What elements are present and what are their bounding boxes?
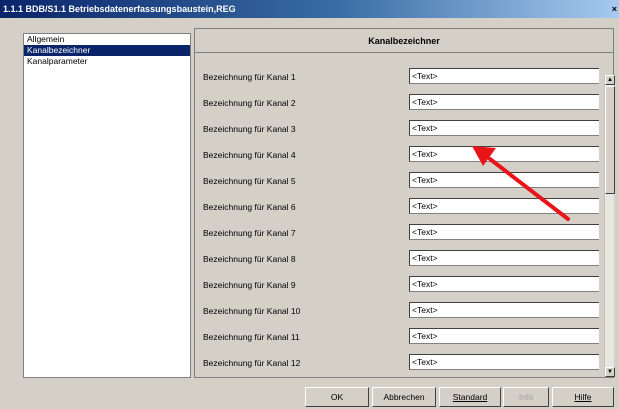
help-button[interactable]: Hilfe (552, 387, 614, 407)
channel-label: Bezeichnung für Kanal 6 (203, 202, 296, 212)
ok-button[interactable]: OK (305, 387, 369, 407)
panel-title: Kanalbezeichner (195, 29, 613, 53)
channel-name-input[interactable]: <Text> (409, 172, 599, 188)
table-row: Bezeichnung für Kanal 5 <Text> (195, 167, 599, 193)
scrollbar-thumb[interactable] (605, 86, 615, 194)
channel-name-input[interactable]: <Text> (409, 146, 599, 162)
scroll-down-icon[interactable]: ▼ (605, 367, 615, 377)
channel-rows: Bezeichnung für Kanal 1 <Text> Bezeichnu… (195, 63, 599, 377)
window-titlebar[interactable]: 1.1.1 BDB/S1.1 Betriebsdatenerfassungsba… (0, 0, 619, 18)
channel-name-input[interactable]: <Text> (409, 198, 599, 214)
channel-label: Bezeichnung für Kanal 11 (203, 332, 300, 342)
channel-label: Bezeichnung für Kanal 5 (203, 176, 296, 186)
channel-label: Bezeichnung für Kanal 10 (203, 306, 301, 316)
cancel-button[interactable]: Abbrechen (372, 387, 436, 407)
channel-name-input[interactable]: <Text> (409, 302, 599, 318)
channel-label: Bezeichnung für Kanal 12 (203, 358, 301, 368)
table-row: Bezeichnung für Kanal 2 <Text> (195, 89, 599, 115)
channel-name-input[interactable]: <Text> (409, 354, 599, 370)
tree-item-kanalparameter[interactable]: Kanalparameter (24, 56, 190, 67)
table-row: Bezeichnung für Kanal 9 <Text> (195, 271, 599, 297)
channel-label: Bezeichnung für Kanal 7 (203, 228, 296, 238)
vertical-scrollbar[interactable]: ▲ ▼ (604, 75, 615, 377)
channel-name-input[interactable]: <Text> (409, 276, 599, 292)
channel-name-input[interactable]: <Text> (409, 250, 599, 266)
scroll-up-icon[interactable]: ▲ (605, 75, 615, 85)
channel-label: Bezeichnung für Kanal 8 (203, 254, 296, 264)
table-row: Bezeichnung für Kanal 10 <Text> (195, 297, 599, 323)
table-row: Bezeichnung für Kanal 6 <Text> (195, 193, 599, 219)
channel-name-input[interactable]: <Text> (409, 224, 599, 240)
channel-name-input[interactable]: <Text> (409, 68, 599, 84)
table-row: Bezeichnung für Kanal 8 <Text> (195, 245, 599, 271)
help-button-label: Hilfe (574, 392, 592, 402)
table-row: Bezeichnung für Kanal 1 <Text> (195, 63, 599, 89)
parameter-tree[interactable]: Allgemein Kanalbezeichner Kanalparameter (23, 33, 191, 378)
info-button: Info (503, 387, 549, 407)
standard-button-label: Standard (452, 392, 488, 402)
channel-name-input[interactable]: <Text> (409, 328, 599, 344)
channel-name-input[interactable]: <Text> (409, 94, 599, 110)
table-row: Bezeichnung für Kanal 12 <Text> (195, 349, 599, 375)
table-row: Bezeichnung für Kanal 7 <Text> (195, 219, 599, 245)
tree-item-kanalbezeichner[interactable]: Kanalbezeichner (24, 45, 190, 56)
channel-label: Bezeichnung für Kanal 9 (203, 280, 296, 290)
close-icon[interactable]: × (612, 0, 617, 18)
channel-label: Bezeichnung für Kanal 3 (203, 124, 296, 134)
channel-label: Bezeichnung für Kanal 1 (203, 72, 296, 82)
window-title: 1.1.1 BDB/S1.1 Betriebsdatenerfassungsba… (3, 4, 236, 14)
tree-item-allgemein[interactable]: Allgemein (24, 34, 190, 45)
channel-label: Bezeichnung für Kanal 2 (203, 98, 296, 108)
table-row: Bezeichnung für Kanal 4 <Text> (195, 141, 599, 167)
table-row: Bezeichnung für Kanal 3 <Text> (195, 115, 599, 141)
table-row: Bezeichnung für Kanal 11 <Text> (195, 323, 599, 349)
parameter-panel: Kanalbezeichner Bezeichnung für Kanal 1 … (194, 28, 615, 378)
channel-label: Bezeichnung für Kanal 4 (203, 150, 296, 160)
channel-name-input[interactable]: <Text> (409, 120, 599, 136)
standard-button[interactable]: Standard (439, 387, 501, 407)
